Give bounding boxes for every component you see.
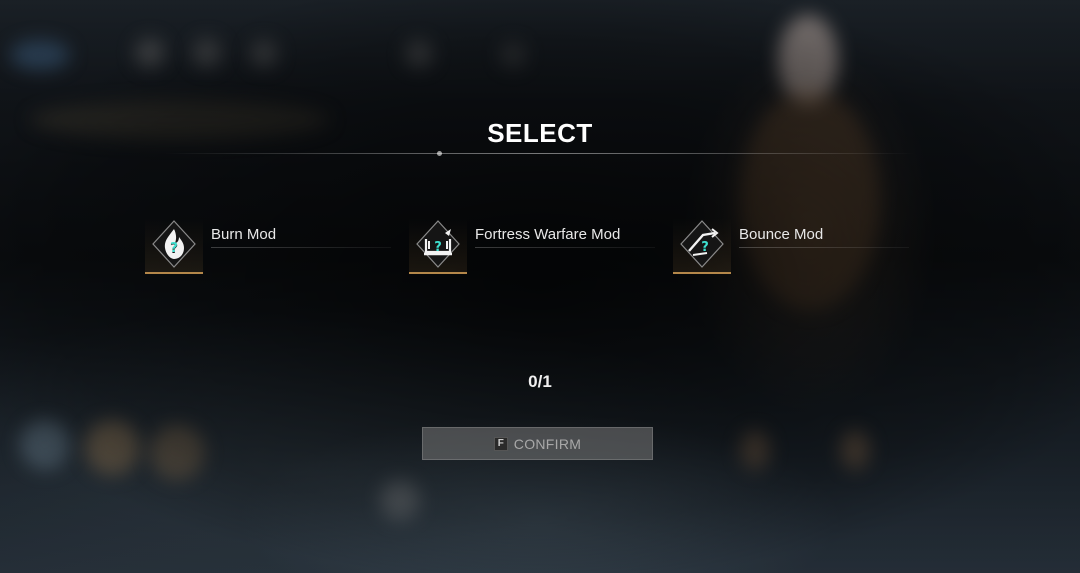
option-icon-frame: ? ? [145,218,203,274]
svg-text:?: ? [434,240,442,255]
game-screen: SELECT ? ? Burn Mod ? Fortress Warfare M… [0,0,1080,573]
option-fortress-warfare-mod[interactable]: ? Fortress Warfare Mod [409,218,659,274]
selection-counter: 0/1 [528,372,552,391]
option-burn-mod[interactable]: ? ? Burn Mod [145,218,395,274]
svg-text:?: ? [170,241,178,256]
option-icon-frame: ? [673,218,731,274]
keybind-badge: F [493,436,508,451]
fortress-warfare-mod-icon: ? [416,220,460,268]
option-label: Bounce Mod [739,226,824,243]
bounce-mod-icon: ? [680,220,724,268]
option-bounce-mod[interactable]: ? Bounce Mod [673,218,923,274]
option-underline [475,247,655,248]
option-underline [739,247,909,248]
title-divider [165,153,915,154]
burn-mod-icon: ? ? [152,220,196,268]
confirm-button[interactable]: F CONFIRM [422,427,653,460]
option-underline [211,247,391,248]
option-label: Burn Mod [211,226,277,243]
title-divider-ornament [437,151,442,156]
svg-text:?: ? [701,240,709,255]
page-title: SELECT [487,118,593,148]
dim-overlay [0,0,1080,573]
option-icon-frame: ? [409,218,467,274]
option-label: Fortress Warfare Mod [475,226,621,243]
confirm-label: CONFIRM [513,435,582,452]
